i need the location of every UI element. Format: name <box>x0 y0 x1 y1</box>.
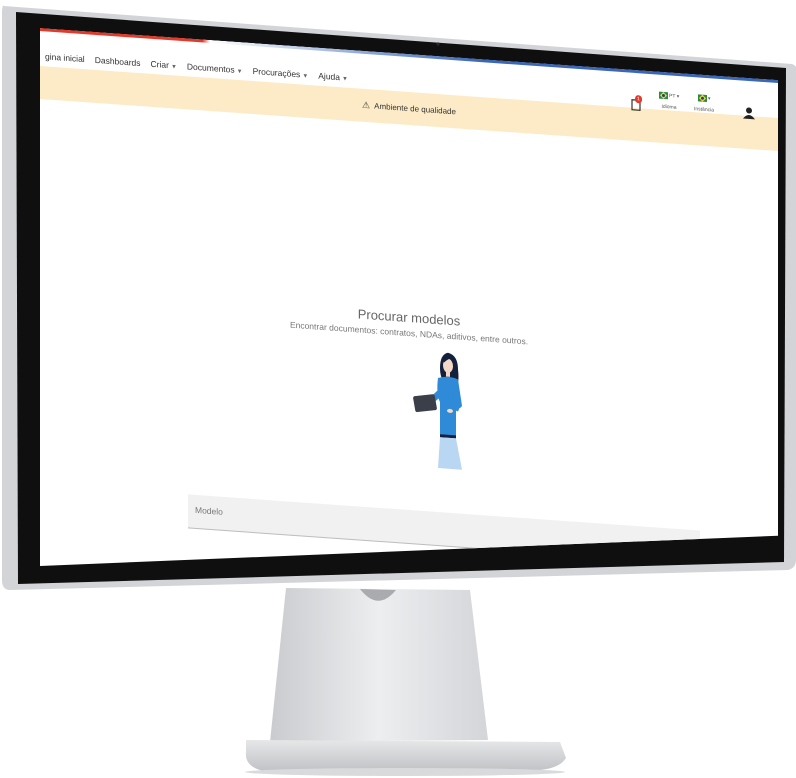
camera <box>436 42 440 46</box>
model-select-placeholder: Modelo <box>195 504 223 517</box>
brazil-flag-icon <box>659 92 668 100</box>
warning-icon: ⚠ <box>362 99 371 111</box>
nav-home-label: gina inicial <box>45 51 85 65</box>
nav-procuracoes[interactable]: Procurações ▼ <box>248 66 314 81</box>
nav-ajuda[interactable]: Ajuda ▼ <box>313 70 353 83</box>
screen: gina inicial Dashboards Criar ▼ Documento… <box>40 28 778 618</box>
nav-documentos-label: Documentos <box>186 61 235 75</box>
nav-procuracoes-label: Procurações <box>252 65 301 80</box>
nav-home[interactable]: gina inicial <box>40 51 90 65</box>
nav-documentos[interactable]: Documentos ▼ <box>182 61 248 76</box>
nav-ajuda-label: Ajuda <box>318 70 341 83</box>
nav-dashboards-label: Dashboards <box>94 54 141 69</box>
instance-caption: Instância <box>693 106 714 114</box>
nav-criar[interactable]: Criar ▼ <box>146 58 182 71</box>
chevron-down-icon: ▼ <box>170 64 177 71</box>
language-code: PT <box>669 93 676 100</box>
nav-dashboards[interactable]: Dashboards <box>90 55 146 69</box>
chevron-down-icon: ▼ <box>342 76 348 83</box>
user-icon <box>742 105 756 120</box>
language-caption: Idioma <box>661 103 677 111</box>
brazil-flag-icon <box>698 94 707 102</box>
chevron-down-icon: ▼ <box>236 68 243 76</box>
stand-neck <box>270 588 488 742</box>
chevron-down-icon: ▾ <box>707 95 711 103</box>
woman-with-tablet-illustration <box>410 342 490 478</box>
chevron-down-icon: ▼ <box>302 73 309 80</box>
banner-text: Ambiente de qualidade <box>374 101 456 117</box>
user-menu-button[interactable] <box>742 105 756 122</box>
chevron-down-icon: ▾ <box>676 93 680 100</box>
notification-badge: 1 <box>637 96 640 103</box>
language-selector[interactable]: PT ▾ Idioma <box>652 91 686 111</box>
notification-button[interactable]: 1 <box>630 98 642 115</box>
stand-base <box>245 740 566 772</box>
instance-selector[interactable]: ▾ Instância <box>688 94 720 114</box>
nav-criar-label: Criar <box>150 58 169 71</box>
